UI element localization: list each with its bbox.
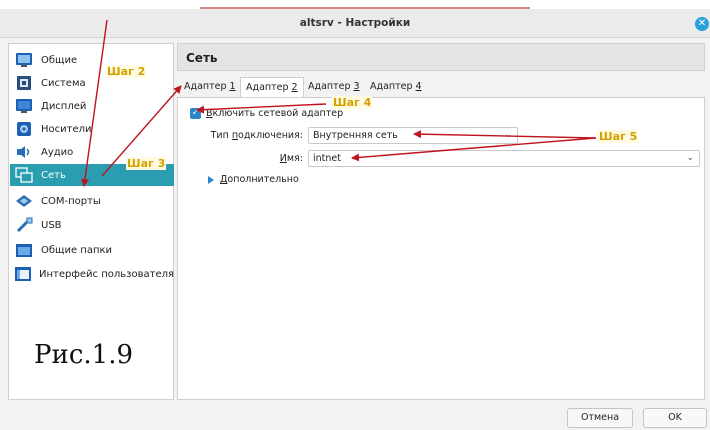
tab-accel: 3 [353,81,360,92]
display-icon [14,97,34,115]
tab-adapter-2[interactable]: Адаптер 2 [240,77,304,98]
button-bar: Отмена OK [0,400,710,430]
step3-note: Шаг 3 [126,157,167,170]
tab-label: Адаптер [370,81,416,92]
label-text: ключить сетевой адаптер [212,108,344,119]
sidebar-item-user-interface[interactable]: Интерфейс пользователя [10,263,174,285]
user-interface-icon [14,265,32,283]
enable-adapter-row: ✓ Включить сетевой адаптер [190,108,343,119]
sidebar-item-label: Общие папки [41,244,113,256]
window-title: altsrv - Настройки [299,17,411,29]
tab-label: Адаптер [246,82,292,93]
chevron-down-icon: ⌄ [686,153,694,163]
section-header: Сеть [177,43,705,71]
figure-caption: Рис.1.9 [34,340,133,370]
sidebar-item-label: Сеть [41,169,66,181]
top-strip [0,0,710,9]
label-text: мя: [286,153,303,164]
sidebar-item-display[interactable]: Дисплей [10,95,174,117]
sidebar-item-label: Дисплей [41,100,87,112]
shared-folder-icon [14,241,34,259]
close-icon[interactable]: ✕ [695,17,709,31]
system-icon [14,74,34,92]
audio-icon [14,143,34,161]
network-name-value: intnet [313,153,341,164]
top-accent-line [200,7,530,9]
sidebar-item-label: Носители [41,123,92,135]
sidebar-item-usb[interactable]: USB [10,214,174,236]
sidebar-item-general[interactable]: Общие [10,49,174,71]
sidebar-item-label: Общие [41,54,78,66]
tab-adapter-1[interactable]: Адаптер 1 [179,77,241,97]
name-label: Имя: [183,153,303,164]
tab-accel: 2 [291,82,298,93]
storage-icon [14,120,34,138]
label-text: одключения: [238,130,303,141]
advanced-label: Дополнительно [220,174,299,185]
serial-port-icon [14,192,34,210]
ok-button[interactable]: OK [643,408,707,428]
attached-to-select[interactable]: Внутренняя сеть ⌄ [308,127,518,144]
label-text: Тип [210,130,232,141]
sidebar-item-shared-folders[interactable]: Общие папки [10,239,174,261]
usb-icon [14,216,34,234]
adapter-tabs: Адаптер 1 Адаптер 2 Адаптер 3 Адаптер 4 [177,77,705,98]
sidebar-item-label: Интерфейс пользователя [39,268,175,280]
network-icon [14,166,34,184]
sidebar-item-label: Система [41,77,86,89]
label-text: ополнительно [227,174,299,185]
advanced-toggle[interactable]: Дополнительно [208,174,299,185]
general-icon [14,51,34,69]
sidebar-item-serial-ports[interactable]: COM-порты [10,190,174,212]
tab-accel: 1 [229,81,236,92]
enable-adapter-label: Включить сетевой адаптер [206,108,343,119]
sidebar-item-label: COM-порты [41,195,101,207]
sidebar-item-label: USB [41,219,62,231]
tab-accel: 4 [415,81,422,92]
enable-adapter-checkbox[interactable]: ✓ [190,108,201,119]
tab-label: Адаптер [308,81,354,92]
section-title: Сеть [186,51,218,65]
network-name-combo[interactable]: intnet ⌄ [308,150,700,167]
title-bar: altsrv - Настройки ✕ [0,0,710,38]
chevron-down-icon: ⌄ [504,130,512,140]
network-page: Сеть Адаптер 1 Адаптер 2 Адаптер 3 Адапт… [177,43,705,400]
sidebar-item-storage[interactable]: Носители [10,118,174,140]
cancel-button[interactable]: Отмена [567,408,633,428]
tab-label: Адаптер [184,81,230,92]
step5-note: Шаг 5 [598,130,639,143]
step2-note: Шаг 2 [106,65,147,78]
step4-note: Шаг 4 [332,96,373,109]
sidebar-item-label: Аудио [41,146,74,158]
tab-adapter-4[interactable]: Адаптер 4 [365,77,427,97]
expand-triangle-icon [208,175,214,184]
attached-to-value: Внутренняя сеть [313,130,398,141]
label-accel: И [279,153,287,164]
sidebar-item-system[interactable]: Система [10,72,174,94]
tab-adapter-3[interactable]: Адаптер 3 [303,77,365,97]
attached-to-label: Тип подключения: [183,130,303,141]
